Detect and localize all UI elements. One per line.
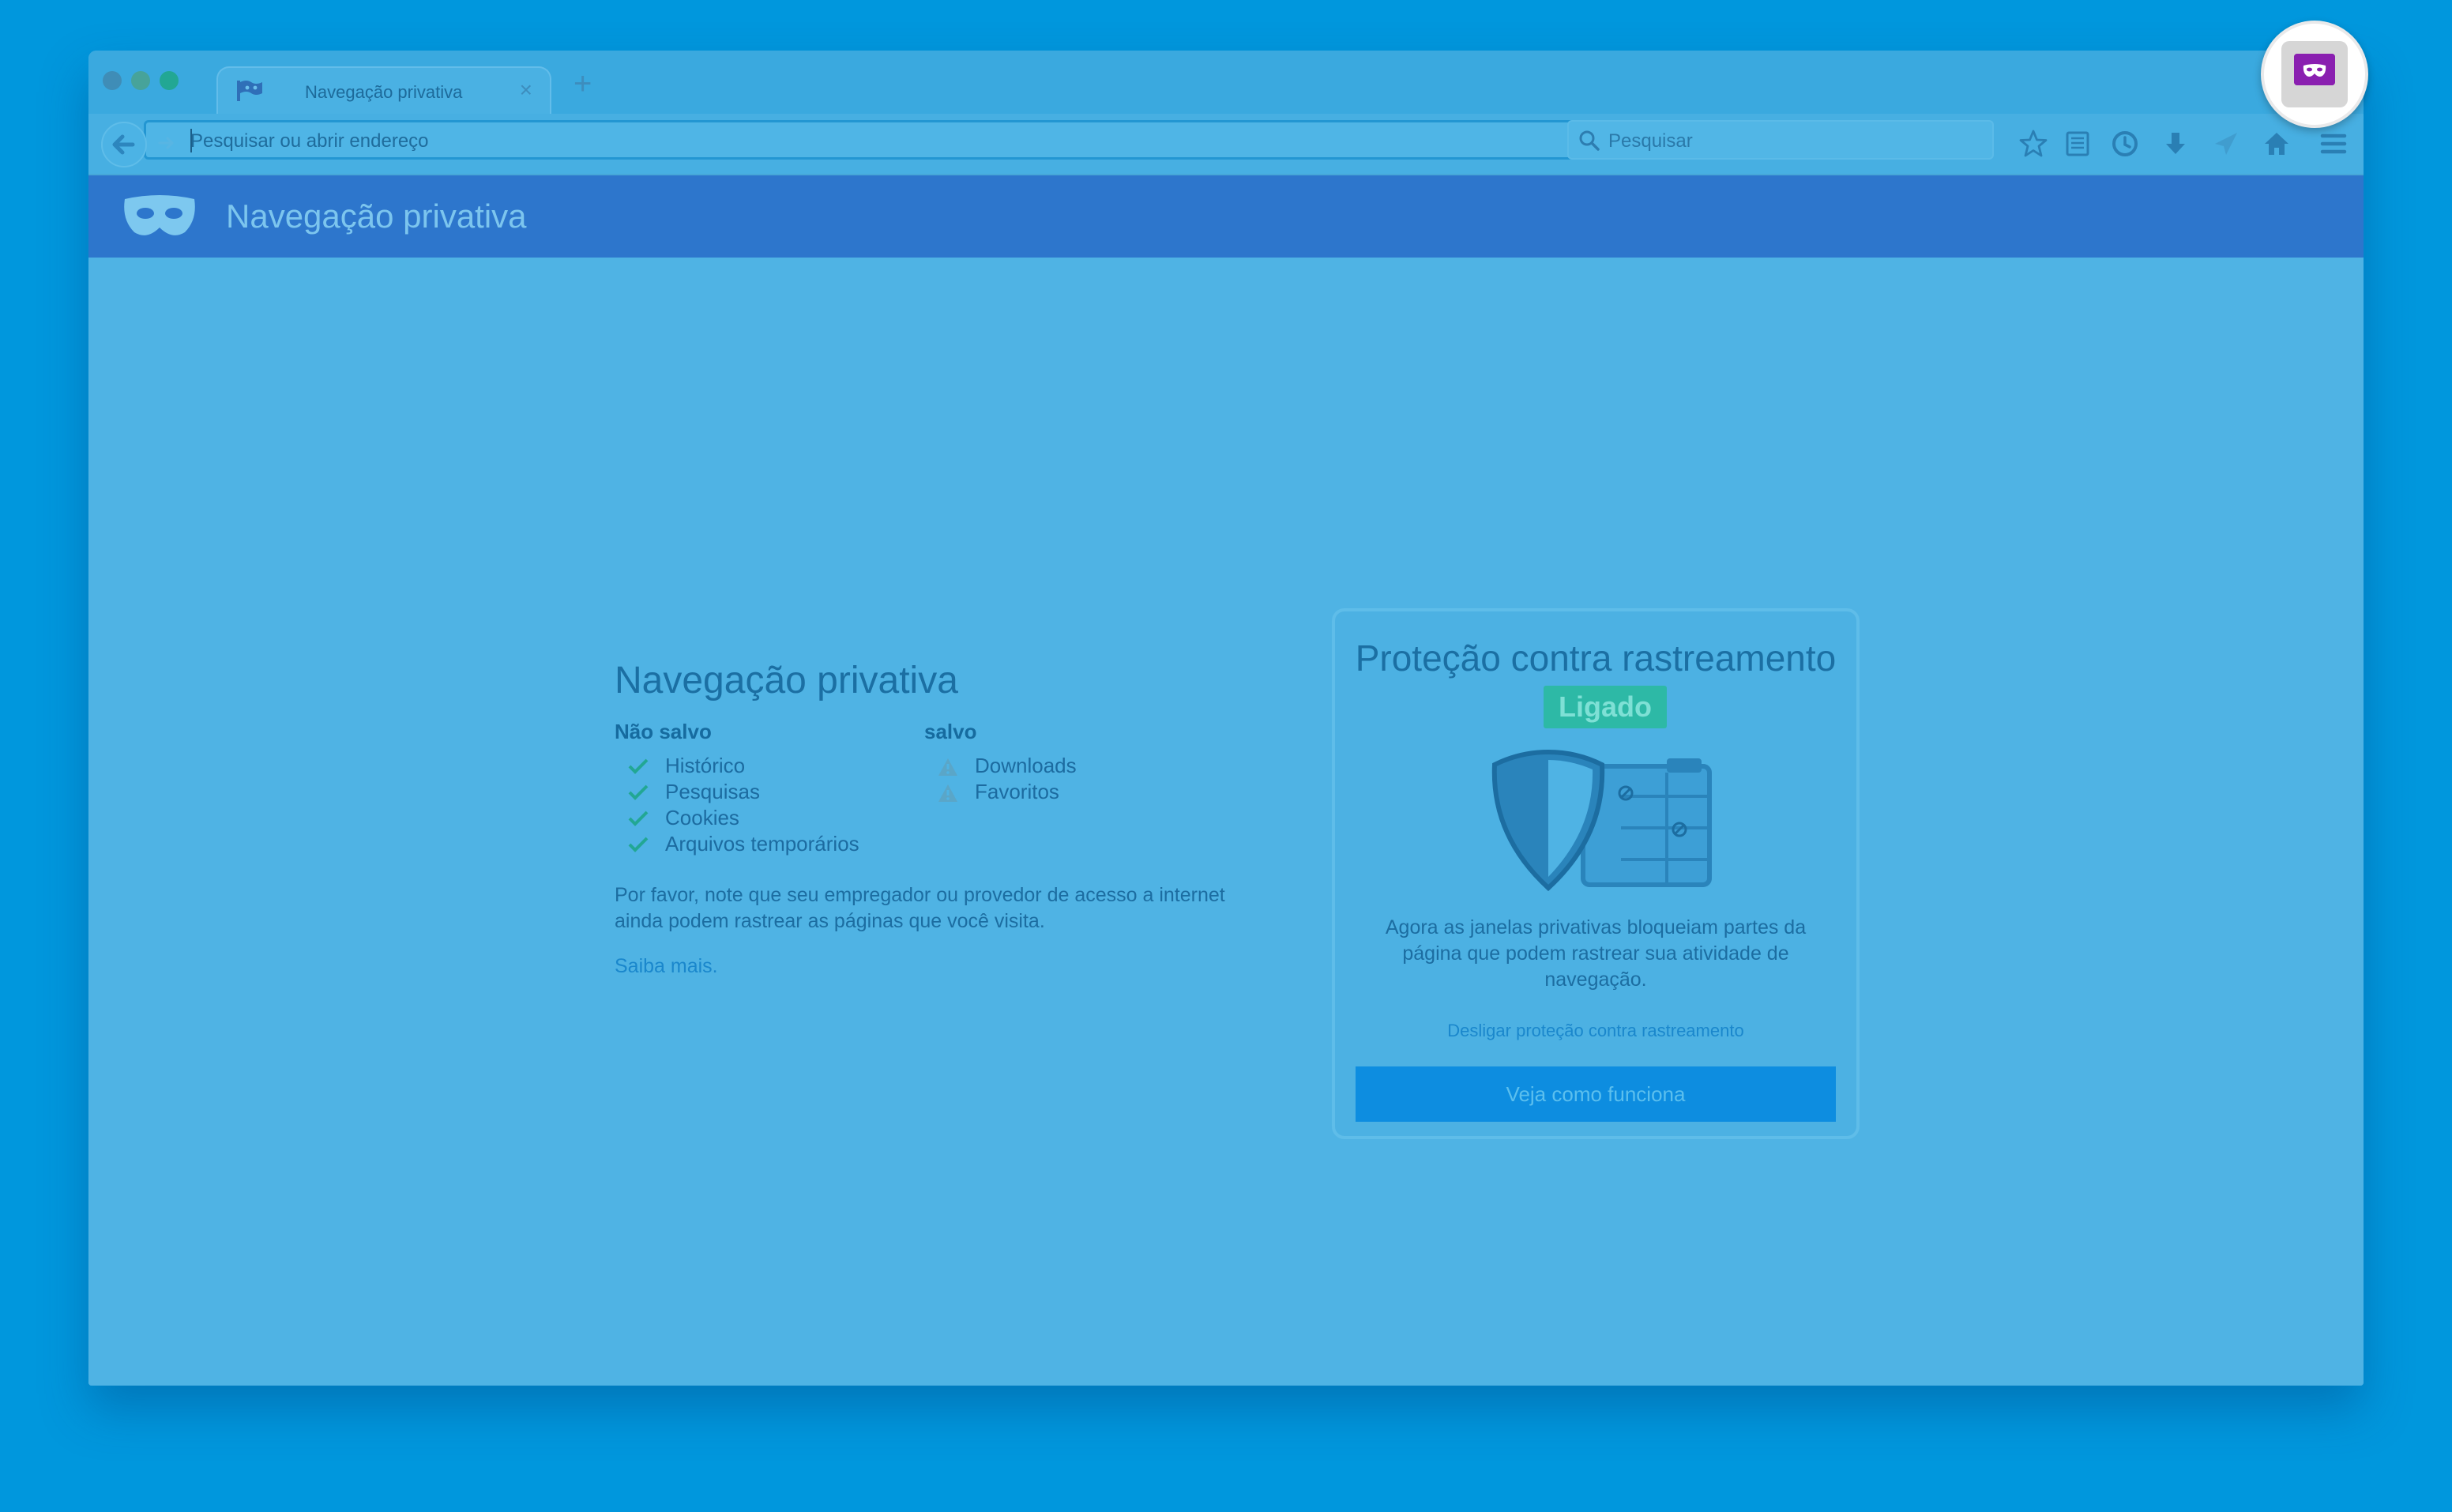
warning-icon [938,758,957,776]
not-saved-item: Cookies [665,806,739,829]
private-info-section: Navegação privativa Não salvo Histórico … [615,659,1262,978]
list-item: Favoritos [924,780,1077,806]
minimize-window-button[interactable] [131,71,150,90]
check-icon [628,784,649,800]
zoom-window-button[interactable] [160,71,179,90]
private-window-indicator[interactable] [2261,21,2368,128]
download-icon[interactable] [2160,128,2191,160]
home-icon[interactable] [2261,128,2292,160]
send-icon[interactable] [2210,128,2242,160]
not-saved-item: Arquivos temporários [665,832,859,856]
back-button[interactable] [101,122,147,167]
saved-heading: salvo [924,720,977,743]
tab-private-browsing[interactable]: Navegação privativa × [216,66,551,115]
learn-more-link[interactable]: Saiba mais. [615,955,718,978]
not-saved-heading: Não salvo [615,720,712,743]
not-saved-item: Pesquisas [665,780,760,803]
card-title: Proteção contra rastreamento [1355,638,1837,679]
hamburger-menu-icon[interactable] [2318,128,2349,160]
check-icon [628,758,649,774]
url-input[interactable] [190,127,1533,156]
saved-column: salvo Downloads Favoritos [924,720,1077,806]
search-bar[interactable] [1567,120,1994,160]
saved-columns: Não salvo Histórico Pesquisas Cookies Ar… [615,720,1262,870]
close-window-button[interactable] [103,71,122,90]
list-item: Histórico [615,754,859,780]
indicator-tile [2281,41,2348,107]
status-badge: Ligado [1544,686,1667,728]
tab-title: Navegação privativa [305,82,463,102]
private-browsing-header: Navegação privativa [88,175,2364,258]
section-title: Navegação privativa [615,660,958,701]
disable-tracking-link[interactable]: Desligar proteção contra rastreamento [1335,1021,1856,1041]
title-bar: Navegação privativa × + [88,51,2364,115]
see-how-it-works-button[interactable]: Veja como funciona [1356,1066,1836,1122]
history-icon[interactable] [2109,128,2141,160]
card-description: Agora as janelas privativas bloqueiam pa… [1385,916,1807,991]
new-tab-button[interactable]: + [574,68,592,100]
private-mask-icon [124,195,195,235]
shield-icon [1491,749,1712,891]
search-input[interactable] [1608,128,1980,155]
not-saved-column: Não salvo Histórico Pesquisas Cookies Ar… [615,720,859,858]
url-bar[interactable] [144,120,1643,160]
list-item: Arquivos temporários [615,832,859,858]
warning-icon [938,784,957,802]
check-icon [628,837,649,852]
page-content: Navegação privativa Não salvo Histórico … [88,258,2364,1386]
browser-window: Navegação privativa × + Pesquisar ou abr… [88,51,2364,1386]
tracking-note: Por favor, note que seu empregador ou pr… [615,884,1225,932]
navigation-toolbar [88,114,2364,175]
tracking-protection-card: Proteção contra rastreamento Ligado Agor… [1332,608,1860,1139]
list-item: Downloads [924,754,1077,780]
not-saved-item: Histórico [665,754,746,777]
bookmark-star-icon[interactable] [2018,128,2049,160]
list-item: Cookies [615,806,859,832]
text-cursor [190,129,192,152]
back-arrow-icon [112,134,135,155]
private-mask-icon [2294,54,2335,85]
list-item: Pesquisas [615,780,859,806]
close-tab-icon[interactable]: × [520,77,532,103]
check-icon [628,811,649,826]
header-title: Navegação privativa [226,197,527,235]
search-icon [1579,130,1600,151]
private-tab-icon [237,81,262,101]
reading-list-icon[interactable] [2062,128,2093,160]
saved-item: Downloads [975,754,1077,777]
forward-arrow-icon[interactable] [155,131,179,155]
saved-item: Favoritos [975,780,1059,803]
